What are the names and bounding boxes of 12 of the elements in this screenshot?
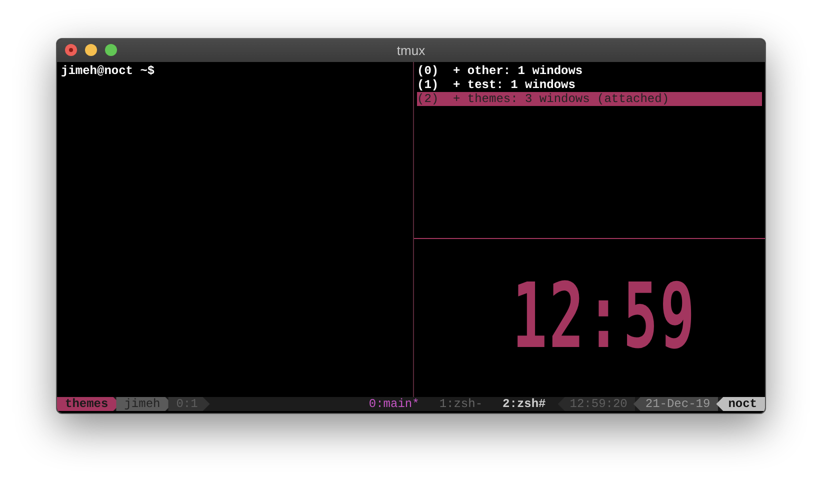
session-row[interactable]: (0) + other: 1 windows [417, 64, 762, 78]
minimize-button[interactable] [85, 44, 97, 56]
session-row[interactable]: (1) + test: 1 windows [417, 78, 762, 92]
clock-time: 12:59 [512, 282, 697, 350]
status-segment: 21-Dec-19 [633, 397, 718, 411]
window-tab[interactable]: 0:main* [368, 397, 420, 411]
window-title: tmux [396, 42, 426, 60]
window-tab[interactable]: 2:zsh# [502, 397, 546, 411]
shell-prompt: jimeh@noct ~$ [61, 64, 155, 78]
close-button[interactable] [65, 44, 77, 56]
maximize-button[interactable] [105, 44, 117, 56]
status-segment: noct [716, 397, 765, 411]
